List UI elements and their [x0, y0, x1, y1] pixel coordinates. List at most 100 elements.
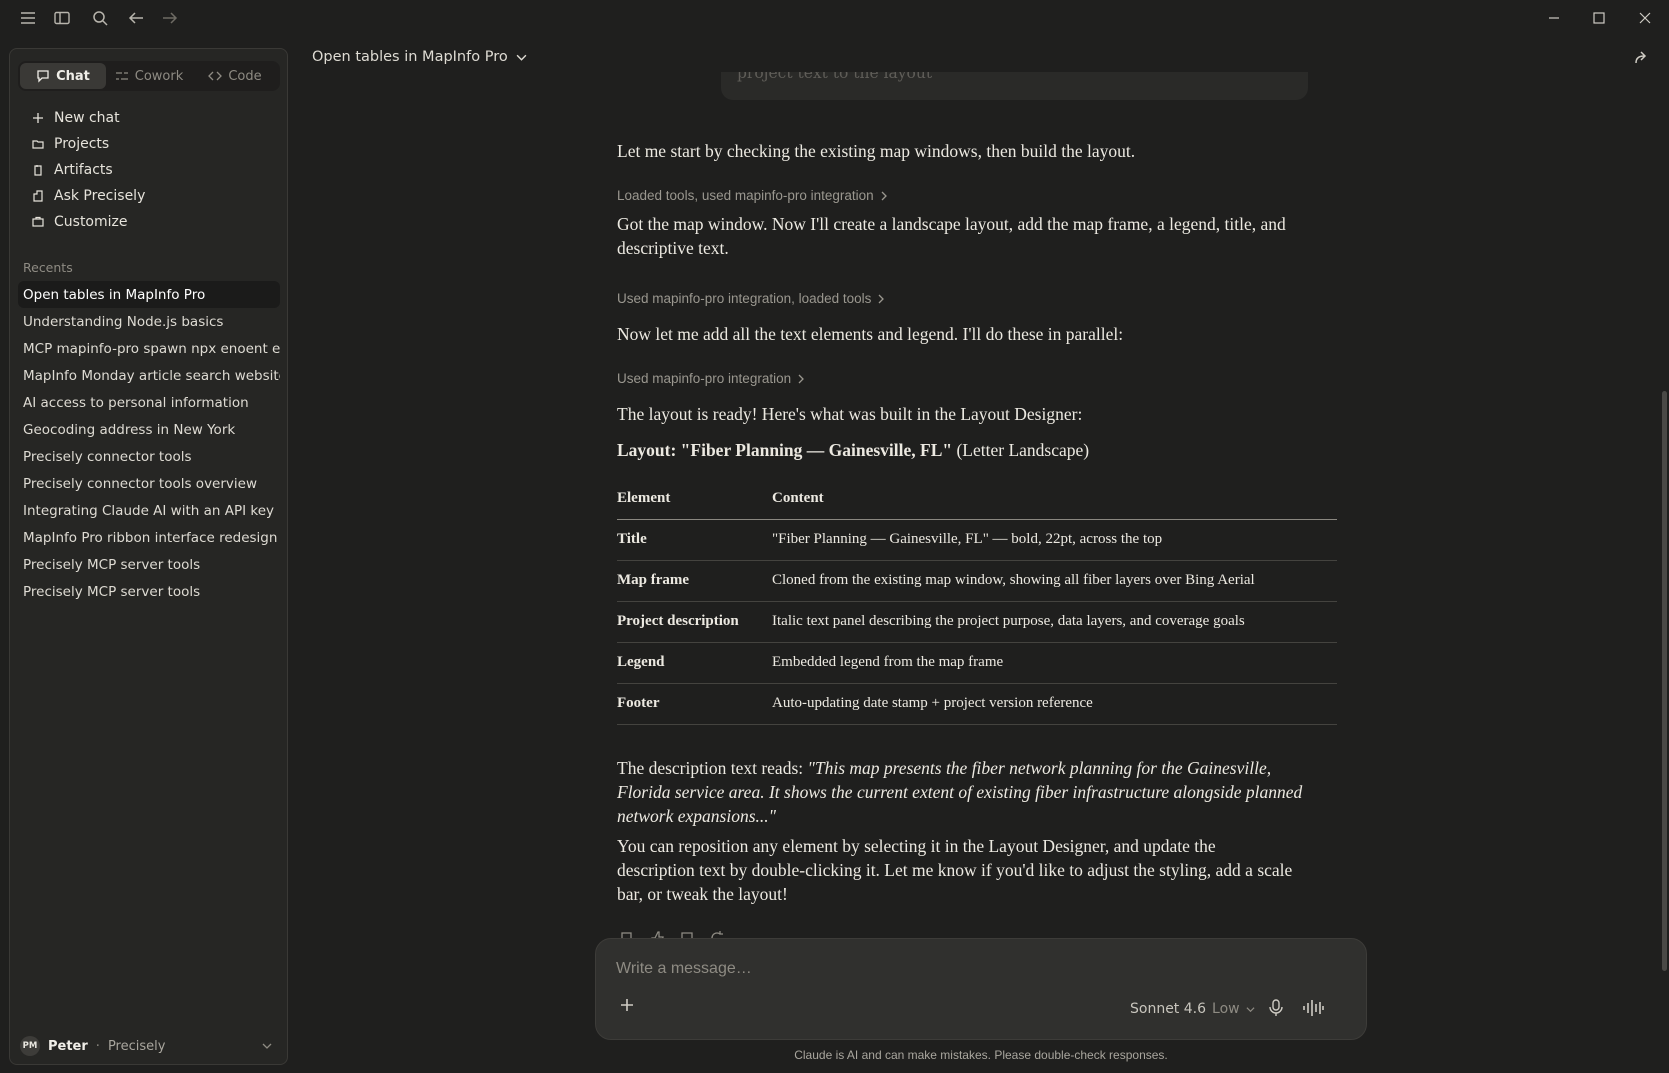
tool-use-label: Loaded tools, used mapinfo-pro integrati…: [617, 188, 874, 203]
connector-icon: [33, 190, 43, 202]
recent-chat-item[interactable]: Precisely connector tools overview: [18, 470, 280, 497]
nav-projects[interactable]: Projects: [18, 131, 280, 157]
recents-heading: Recents: [23, 260, 73, 275]
mode-label: Cowork: [134, 68, 184, 84]
table-cell: Map frame: [617, 560, 772, 602]
nav-ask-precisely[interactable]: Ask Precisely: [18, 183, 280, 209]
layout-name: Layout: "Fiber Planning — Gainesville, F…: [617, 440, 953, 460]
user-org: Precisely: [107, 1038, 166, 1054]
layout-summary: Layout: "Fiber Planning — Gainesville, F…: [617, 438, 1317, 462]
tool-use-summary[interactable]: Loaded tools, used mapinfo-pro integrati…: [617, 188, 888, 203]
share-icon[interactable]: [1633, 50, 1649, 70]
recent-chat-item[interactable]: Open tables in MapInfo Pro: [18, 281, 280, 308]
recent-chat-item[interactable]: MapInfo Pro ribbon interface redesign: [18, 524, 280, 551]
sidebar-toggle-icon[interactable]: [52, 8, 72, 28]
close-icon[interactable]: [1635, 8, 1655, 28]
chat-title-menu[interactable]: Open tables in MapInfo Pro: [312, 49, 527, 65]
recent-chat-item[interactable]: Precisely connector tools: [18, 443, 280, 470]
tool-use-summary[interactable]: Used mapinfo-pro integration, loaded too…: [617, 291, 885, 306]
user-separator: ·: [95, 1038, 100, 1054]
waveform-icon: [1303, 1000, 1324, 1016]
table-cell: Title: [617, 519, 772, 561]
nav-customize[interactable]: Customize: [18, 209, 280, 235]
assistant-text: You can reposition any element by select…: [617, 836, 1293, 904]
main-panel: Open tables in MapInfo Pro project text …: [289, 36, 1669, 1073]
table-header-row: Element Content: [617, 478, 1337, 520]
table-cell: Footer: [617, 683, 772, 725]
nav-artifacts[interactable]: Artifacts: [18, 157, 280, 183]
chevron-down-icon: [1246, 1006, 1255, 1012]
nav-label: Projects: [54, 136, 110, 152]
forward-arrow-icon[interactable]: [160, 8, 180, 28]
assistant-text: Got the map window. Now I'll create a la…: [617, 214, 1286, 258]
recent-chat-item[interactable]: Geocoding address in New York: [18, 416, 280, 443]
chevron-right-icon: [798, 374, 805, 383]
table-cell: Cloned from the existing map window, sho…: [772, 560, 1337, 602]
table-cell: Embedded legend from the map frame: [772, 642, 1337, 684]
chat-title: Open tables in MapInfo Pro: [312, 49, 508, 65]
previous-user-message: project text to the layout: [721, 72, 1308, 100]
table-row: Project description Italic text panel de…: [617, 601, 1337, 643]
plus-icon: [33, 113, 43, 123]
recent-chat-item[interactable]: Precisely MCP server tools: [18, 578, 280, 605]
search-icon[interactable]: [90, 8, 110, 28]
microphone-button[interactable]: [1268, 999, 1284, 1021]
sidebar: Chat Cowork Code New chat Projects Artif…: [9, 48, 288, 1065]
recents-list: Open tables in MapInfo Pro Understanding…: [18, 281, 280, 605]
chat-bubble-icon: [37, 70, 49, 83]
model-selector[interactable]: Sonnet 4.6 Low: [1130, 1001, 1255, 1017]
maximize-icon[interactable]: [1589, 8, 1609, 28]
recent-chat-item[interactable]: Understanding Node.js basics: [18, 308, 280, 335]
recent-chat-item[interactable]: Precisely MCP server tools: [18, 551, 280, 578]
recent-chat-item[interactable]: MapInfo Monday article search website: [18, 362, 280, 389]
mode-code[interactable]: Code: [192, 63, 278, 89]
table-cell: Italic text panel describing the project…: [772, 601, 1337, 643]
model-name: Sonnet 4.6: [1130, 1001, 1207, 1017]
plus-icon: [621, 999, 633, 1011]
nav-label: Artifacts: [54, 162, 113, 178]
mode-cowork[interactable]: Cowork: [106, 63, 192, 89]
back-arrow-icon[interactable]: [126, 8, 146, 28]
message-composer: Sonnet 4.6 Low: [595, 938, 1367, 1040]
cowork-icon: [115, 72, 128, 80]
chevron-right-icon: [881, 191, 887, 200]
column-header: Content: [772, 478, 1337, 520]
mode-label: Chat: [56, 68, 90, 84]
add-attachment-button[interactable]: [620, 997, 634, 1016]
microphone-icon: [1269, 999, 1283, 1016]
assistant-text: The layout is ready! Here's what was bui…: [617, 404, 1083, 424]
recent-chat-item[interactable]: MCP mapinfo-pro spawn npx enoent error: [18, 335, 280, 362]
chevron-down-icon: [516, 54, 527, 61]
title-bar: [0, 0, 1669, 36]
sidebar-nav: New chat Projects Artifacts Ask Precisel…: [18, 105, 280, 235]
assistant-text: The description text reads: "This map pr…: [617, 756, 1307, 828]
tool-use-summary[interactable]: Used mapinfo-pro integration: [617, 371, 805, 386]
mode-chat[interactable]: Chat: [20, 63, 106, 89]
previous-user-text: project text to the layout: [737, 72, 933, 82]
artifacts-icon: [34, 165, 42, 176]
effort-level: Low: [1212, 1001, 1240, 1017]
briefcase-icon: [32, 216, 44, 227]
recent-chat-item[interactable]: Integrating Claude AI with an API key: [18, 497, 280, 524]
avatar: PM: [20, 1036, 40, 1056]
recent-chat-item[interactable]: AI access to personal information: [18, 389, 280, 416]
nav-label: Ask Precisely: [54, 188, 146, 204]
code-icon: [208, 71, 223, 81]
layout-format: (Letter Landscape): [952, 440, 1090, 460]
folder-icon: [32, 140, 44, 149]
voice-mode-button[interactable]: [1302, 999, 1324, 1021]
assistant-text: Now let me add all the text elements and…: [617, 324, 1124, 344]
user-menu[interactable]: PM Peter · Precisely: [20, 1035, 282, 1057]
table-cell: Legend: [617, 642, 772, 684]
description-intro: The description text reads:: [617, 758, 808, 778]
message-input[interactable]: [616, 957, 1216, 981]
nav-label: New chat: [54, 110, 120, 126]
scrollbar[interactable]: [1662, 391, 1667, 971]
minimize-icon[interactable]: [1544, 8, 1564, 28]
table-row: Title "Fiber Planning — Gainesville, FL"…: [617, 519, 1337, 561]
nav-new-chat[interactable]: New chat: [18, 105, 280, 131]
menu-icon[interactable]: [18, 8, 38, 28]
table-cell: Auto-updating date stamp + project versi…: [772, 683, 1337, 725]
table-row: Footer Auto-updating date stamp + projec…: [617, 683, 1337, 725]
mode-switch: Chat Cowork Code: [18, 61, 280, 91]
